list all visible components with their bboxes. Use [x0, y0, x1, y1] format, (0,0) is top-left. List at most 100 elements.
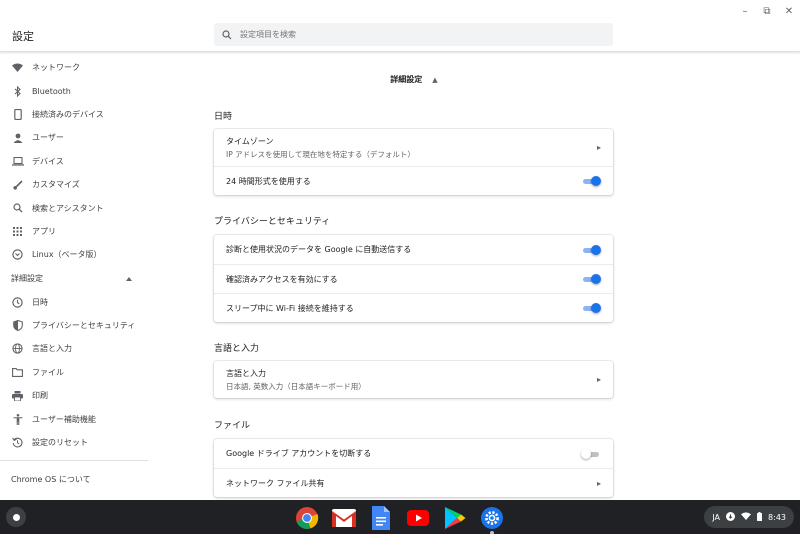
sidebar-item-printing[interactable]: 印刷 — [0, 384, 148, 407]
sidebar-item-label: プライバシーとセキュリティ — [32, 321, 136, 331]
wifi-sleep-label: スリープ中に Wi-Fi 接続を維持する — [226, 303, 354, 313]
network-shares-row[interactable]: ネットワーク ファイル共有 ▸ — [214, 468, 613, 497]
sidebar-item-label: アプリ — [32, 226, 56, 236]
sidebar-item-label: ユーザー補助機能 — [32, 414, 96, 424]
sidebar-item-reset[interactable]: 設定のリセット — [0, 431, 148, 454]
sidebar-item-files[interactable]: ファイル — [0, 361, 148, 384]
sidebar-item-label: デバイス — [32, 156, 64, 166]
search-box[interactable] — [214, 23, 613, 46]
page-title: 設定 — [12, 30, 34, 43]
language-sublabel: 日本語, 英数入力（日本語キーボード用） — [226, 381, 366, 391]
sidebar-item-bluetooth[interactable]: Bluetooth — [0, 79, 148, 102]
sidebar-item-label: ネットワーク — [32, 63, 80, 73]
printer-icon — [11, 389, 24, 402]
chevron-right-icon: ▸ — [596, 478, 601, 488]
sidebar-item-label: ユーザー — [32, 133, 64, 143]
laptop-icon — [11, 155, 24, 168]
shelf-apps — [294, 505, 516, 534]
phone-icon — [11, 108, 24, 121]
sidebar-item-date-time[interactable]: 日時 — [0, 291, 148, 314]
sidebar-item-label: Bluetooth — [32, 86, 71, 96]
sidebar-item-label: 設定のリセット — [32, 438, 88, 448]
search-icon — [214, 29, 240, 40]
notification-icon — [726, 511, 736, 523]
ime-indicator: JA — [712, 512, 721, 522]
sidebar-item-label: 言語と入力 — [32, 344, 72, 354]
person-icon — [11, 131, 24, 144]
settings-icon[interactable] — [479, 505, 505, 534]
gdrive-row[interactable]: Google ドライブ アカウントを切断する — [214, 439, 613, 468]
usage-stats-label: 診断と使用状況のデータを Google に自動送信する — [226, 245, 412, 254]
sidebar-item-label: 検索とアシスタント — [32, 203, 104, 213]
privacy-card: 診断と使用状況のデータを Google に自動送信する 確認済みアクセスを有効に… — [214, 235, 613, 322]
sidebar-item-privacy[interactable]: プライバシーとセキュリティ — [0, 314, 148, 337]
sidebar-item-accessibility[interactable]: ユーザー補助機能 — [0, 407, 148, 430]
verified-access-label: 確認済みアクセスを有効にする — [226, 274, 338, 284]
clock-time: 8:43 — [768, 512, 786, 522]
sidebar-item-network[interactable]: ネットワーク — [0, 56, 148, 79]
language-text: 言語と入力 日本語, 英数入力（日本語キーボード用） — [226, 368, 366, 392]
sidebar-item-search-assistant[interactable]: 検索とアシスタント — [0, 196, 148, 219]
sidebar-item-users[interactable]: ユーザー — [0, 126, 148, 149]
section-title-datetime: 日時 — [214, 112, 233, 122]
verified-access-toggle[interactable] — [581, 274, 601, 284]
search-input[interactable] — [240, 30, 580, 39]
bluetooth-icon — [11, 85, 24, 98]
wifi-icon — [11, 61, 24, 74]
status-tray[interactable]: JA 8:43 — [704, 506, 794, 528]
timezone-label: タイムゾーン — [226, 136, 274, 146]
sidebar-item-apps[interactable]: アプリ — [0, 220, 148, 243]
youtube-icon[interactable] — [405, 505, 431, 531]
sidebar-item-languages[interactable]: 言語と入力 — [0, 337, 148, 360]
battery-icon — [757, 511, 763, 523]
sidebar-item-label: 日時 — [32, 297, 48, 307]
wifi-icon — [741, 512, 752, 522]
gmail-icon[interactable] — [331, 505, 357, 531]
gdrive-toggle[interactable] — [581, 448, 601, 459]
chevron-up-icon: ▲ — [432, 75, 438, 84]
section-title-language: 言語と入力 — [214, 344, 260, 354]
play-store-icon[interactable] — [442, 505, 468, 531]
sidebar-item-device[interactable]: デバイス — [0, 150, 148, 173]
sidebar-advanced-label: 詳細設定 — [11, 274, 43, 284]
sidebar-item-label: ファイル — [32, 367, 64, 377]
folder-icon — [11, 366, 24, 379]
sidebar-advanced-toggle[interactable]: 詳細設定 — [0, 267, 148, 291]
wifi-sleep-row[interactable]: スリープ中に Wi-Fi 接続を維持する — [214, 293, 613, 322]
clock-icon — [11, 296, 24, 309]
settings-main: 詳細設定 ▲ 日時 タイムゾーン IP アドレスを使用して現在地を特定する（デフ… — [148, 52, 800, 500]
section-title-privacy: プライバシーとセキュリティ — [214, 217, 331, 227]
launcher-button[interactable] — [6, 507, 26, 527]
chevron-right-icon: ▸ — [596, 143, 601, 152]
sidebar-item-connected-devices[interactable]: 接続済みのデバイス — [0, 103, 148, 126]
files-card: Google ドライブ アカウントを切断する ネットワーク ファイル共有 ▸ — [214, 439, 613, 497]
reset-icon — [11, 436, 24, 449]
advanced-header[interactable]: 詳細設定 ▲ — [148, 74, 680, 85]
sidebar-item-personalization[interactable]: カスタマイズ — [0, 173, 148, 196]
chevron-right-icon: ▸ — [596, 375, 601, 384]
timezone-row[interactable]: タイムゾーン IP アドレスを使用して現在地を特定する（デフォルト） ▸ — [214, 129, 613, 166]
clock24-toggle[interactable] — [581, 176, 601, 186]
docs-icon[interactable] — [368, 505, 394, 531]
sidebar-item-linux[interactable]: Linux（ベータ版） — [0, 243, 148, 266]
linux-icon — [11, 248, 24, 261]
sidebar-item-label: 接続済みのデバイス — [32, 109, 104, 119]
gdrive-label: Google ドライブ アカウントを切断する — [226, 449, 372, 458]
usage-stats-toggle[interactable] — [581, 244, 601, 255]
usage-stats-row[interactable]: 診断と使用状況のデータを Google に自動送信する — [214, 235, 613, 264]
sidebar-item-label: カスタマイズ — [32, 180, 80, 190]
sidebar-item-about[interactable]: Chrome OS について — [0, 469, 148, 489]
wifi-sleep-toggle[interactable] — [581, 303, 601, 313]
apps-grid-icon — [11, 225, 24, 238]
chrome-icon[interactable] — [294, 505, 320, 531]
section-title-files: ファイル — [214, 421, 251, 431]
shelf: JA 8:43 — [0, 500, 800, 534]
accessibility-icon — [11, 413, 24, 426]
language-input-row[interactable]: 言語と入力 日本語, 英数入力（日本語キーボード用） ▸ — [214, 361, 613, 398]
brush-icon — [11, 178, 24, 191]
sidebar-item-label: Linux（ベータ版） — [32, 250, 102, 260]
chevron-up-icon — [126, 274, 132, 283]
clock24-row[interactable]: 24 時間形式を使用する — [214, 166, 613, 195]
sidebar-item-label: 印刷 — [32, 391, 48, 401]
verified-access-row[interactable]: 確認済みアクセスを有効にする — [214, 264, 613, 293]
